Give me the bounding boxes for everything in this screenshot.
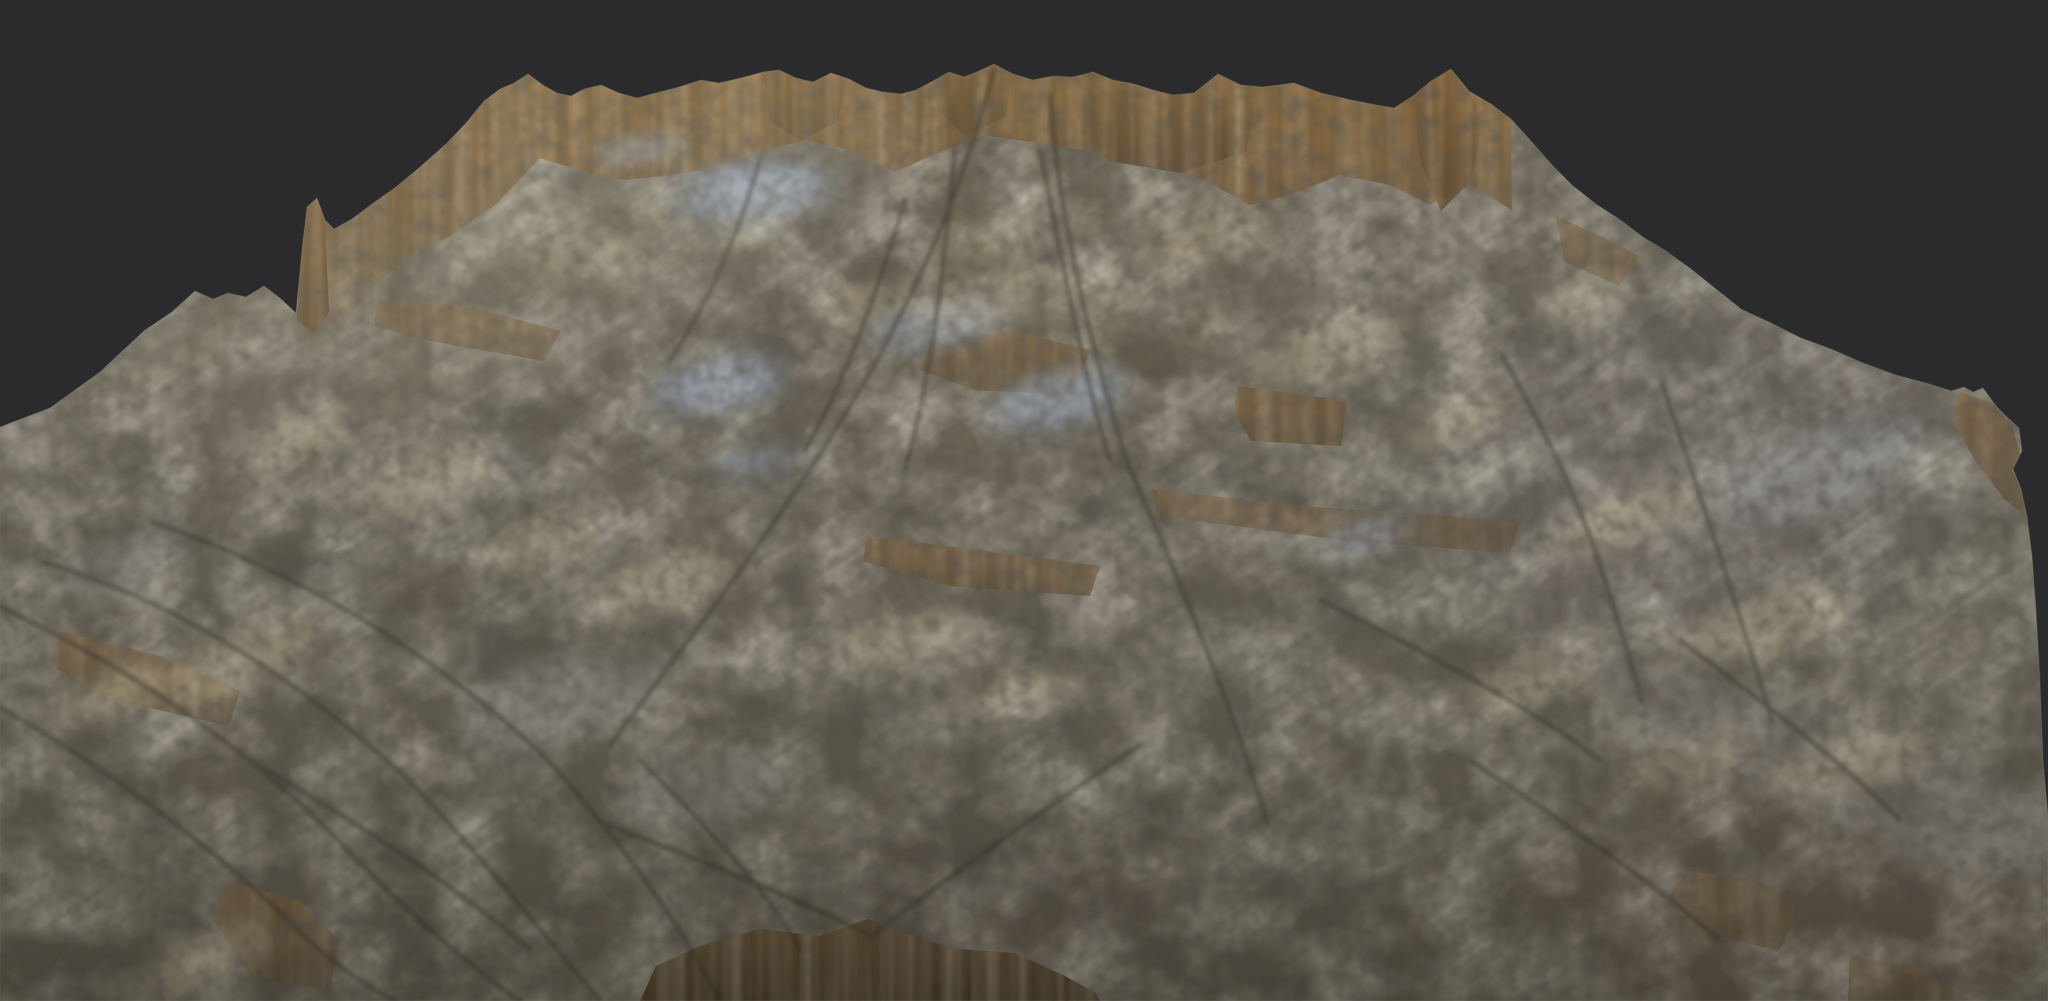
terrain-viewport[interactable] xyxy=(0,0,2048,1001)
terrain-render-canvas[interactable] xyxy=(0,0,2048,1001)
